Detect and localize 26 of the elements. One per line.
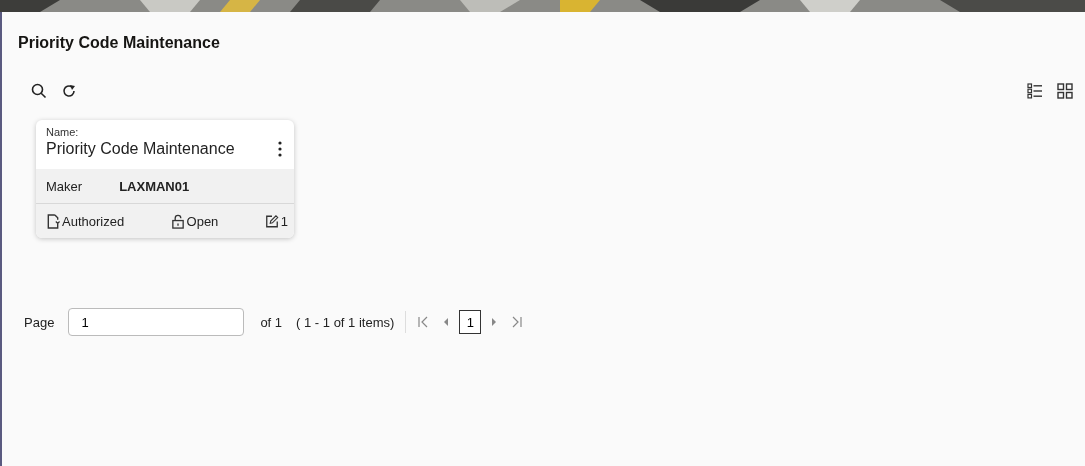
next-page-icon[interactable] — [491, 317, 498, 327]
record-name: Priority Code Maintenance — [46, 140, 235, 158]
unlock-icon — [170, 213, 185, 229]
modification-count: 1 — [280, 213, 288, 229]
grid-view-icon[interactable] — [1057, 83, 1073, 99]
more-options-icon[interactable] — [278, 141, 282, 157]
page-title: Priority Code Maintenance — [18, 33, 221, 52]
field-label: Name: — [46, 126, 80, 138]
record-card[interactable]: Name: Priority Code Maintenance Maker LAXMAN01 Authorized Open 1 — [36, 120, 294, 238]
page-button[interactable]: 1 — [459, 310, 482, 334]
page-input[interactable]: 1 — [68, 308, 245, 336]
last-page-icon[interactable] — [511, 315, 524, 329]
refresh-icon[interactable] — [61, 83, 77, 99]
search-icon[interactable] — [31, 83, 47, 99]
edit-icon — [264, 213, 279, 229]
status-text: Authorized — [62, 213, 125, 229]
document-icon — [46, 213, 60, 229]
list-view-icon[interactable] — [1027, 83, 1043, 99]
maker-value: LAXMAN01 — [119, 178, 190, 194]
field-label: Maker — [46, 178, 83, 194]
first-page-icon[interactable] — [417, 315, 430, 329]
item-range: ( 1 - 1 of 1 items) — [296, 314, 395, 330]
page-label: Page — [24, 314, 55, 330]
page-count: of 1 — [260, 314, 283, 330]
previous-page-icon[interactable] — [443, 317, 450, 327]
lock-status: Open — [186, 213, 219, 229]
